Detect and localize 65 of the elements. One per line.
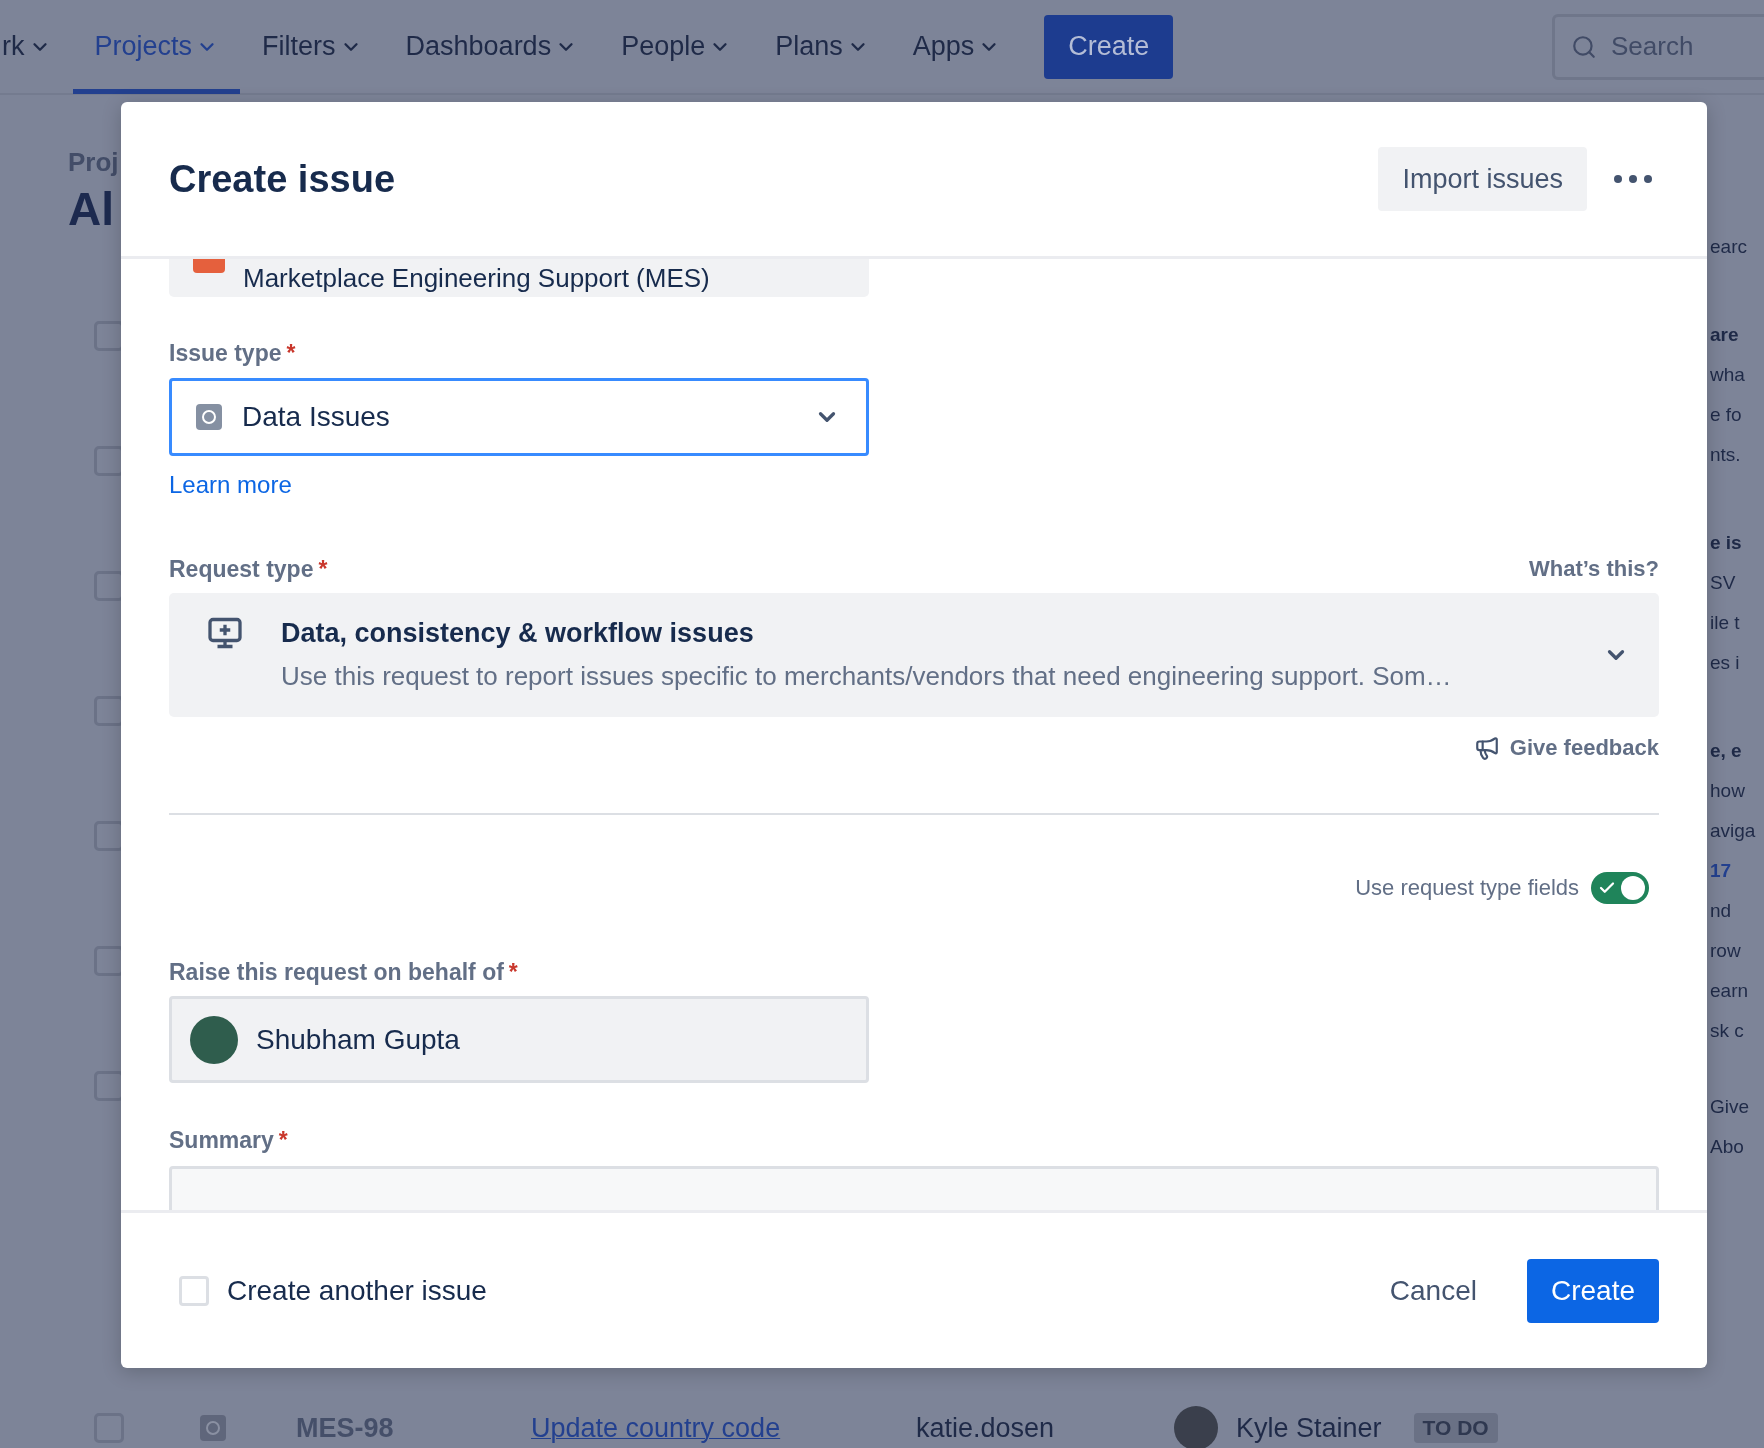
side-panel-text: SV (1710, 571, 1736, 595)
issue-type-select[interactable]: Data Issues (169, 378, 869, 456)
user-select[interactable]: Shubham Gupta (169, 996, 869, 1083)
import-issues-button[interactable]: Import issues (1378, 147, 1587, 211)
monitor-plus-icon (207, 615, 243, 651)
nav-menu-item[interactable]: Projects (72, 0, 241, 94)
create-another-checkbox[interactable]: Create another issue (179, 1274, 487, 1307)
megaphone-icon (1473, 735, 1500, 761)
side-panel-text: sk c (1710, 1019, 1744, 1043)
avatar (1174, 1406, 1218, 1448)
assignee-name: Kyle Stainer (1236, 1412, 1382, 1444)
field-label: Summary (169, 1126, 274, 1154)
search-icon (1571, 33, 1597, 60)
nav-menu-item[interactable]: Filters (240, 0, 384, 94)
nav-menu-item[interactable]: Dashboards (383, 0, 600, 94)
cancel-button[interactable]: Cancel (1365, 1258, 1501, 1323)
side-panel-text: e, e (1710, 739, 1742, 763)
request-type-select[interactable]: Data, consistency & workflow issues Use this request to report issues specific to merchants/vendors that need engineering support. Som… (169, 593, 1659, 717)
side-panel-text: nd (1710, 899, 1732, 923)
request-type-fields-toggle[interactable] (1591, 872, 1649, 904)
side-panel-text: aviga (1710, 819, 1756, 843)
project-select[interactable]: Marketplace Engineering Support (MES) (169, 259, 869, 297)
field-label: Request type (169, 555, 314, 583)
required-asterisk: * (286, 339, 296, 367)
side-panel-text: ile t (1710, 611, 1740, 635)
issue-type-icon (200, 1415, 226, 1441)
reporter-name: katie.dosen (916, 1412, 1056, 1444)
page-heading: Al (68, 182, 115, 236)
request-type-title: Data, consistency & workflow issues (281, 618, 755, 649)
side-panel-text: wha (1710, 363, 1745, 387)
create-button[interactable]: Create (1044, 14, 1174, 79)
nav-menu-item[interactable]: rk (0, 0, 73, 94)
side-panel-text: e is (1710, 531, 1742, 555)
field-label: Raise this request on behalf of (169, 958, 504, 986)
issue-summary-link[interactable]: Update country code (531, 1412, 916, 1444)
side-panel-text: row (1710, 939, 1741, 963)
dialog-title: Create issue (169, 157, 395, 201)
create-button[interactable]: Create (1526, 1258, 1659, 1323)
side-panel-text: es i (1710, 651, 1740, 675)
toggle-label: Use request type fields (1355, 875, 1579, 901)
side-panel-text: how (1710, 779, 1745, 803)
required-asterisk: * (278, 1126, 288, 1154)
field-label: Issue type (169, 339, 282, 367)
give-feedback-link[interactable]: Give (1710, 1087, 1750, 1127)
more-icon (1614, 175, 1652, 183)
side-panel-text: earc (1710, 235, 1747, 259)
learn-more-link[interactable]: Learn more (169, 471, 292, 499)
side-panel-text: e fo (1710, 403, 1742, 427)
issue-key: MES-98 (296, 1412, 531, 1444)
whats-this-link[interactable]: What’s this? (1529, 556, 1659, 582)
issue-type-icon (196, 404, 222, 430)
side-panel-text: nts. (1710, 443, 1741, 467)
required-asterisk: * (318, 555, 328, 583)
nav-menu-item[interactable]: Apps (890, 0, 1023, 94)
give-feedback-button[interactable]: Give feedback (1473, 734, 1659, 762)
side-panel-text: are (1710, 323, 1739, 347)
status-lozenge: TO DO (1413, 1413, 1498, 1443)
project-icon (193, 259, 225, 273)
side-panel-text: earn (1710, 979, 1749, 1003)
avatar (190, 1015, 238, 1064)
nav-menu-item[interactable]: People (599, 0, 754, 94)
side-panel-text: Abo (1710, 1135, 1744, 1159)
request-type-description: Use this request to report issues specific to merchants/vendors that need engineering support. Som… (281, 661, 1453, 692)
nav-menu-item[interactable]: Plans (753, 0, 891, 94)
required-asterisk: * (508, 958, 518, 986)
